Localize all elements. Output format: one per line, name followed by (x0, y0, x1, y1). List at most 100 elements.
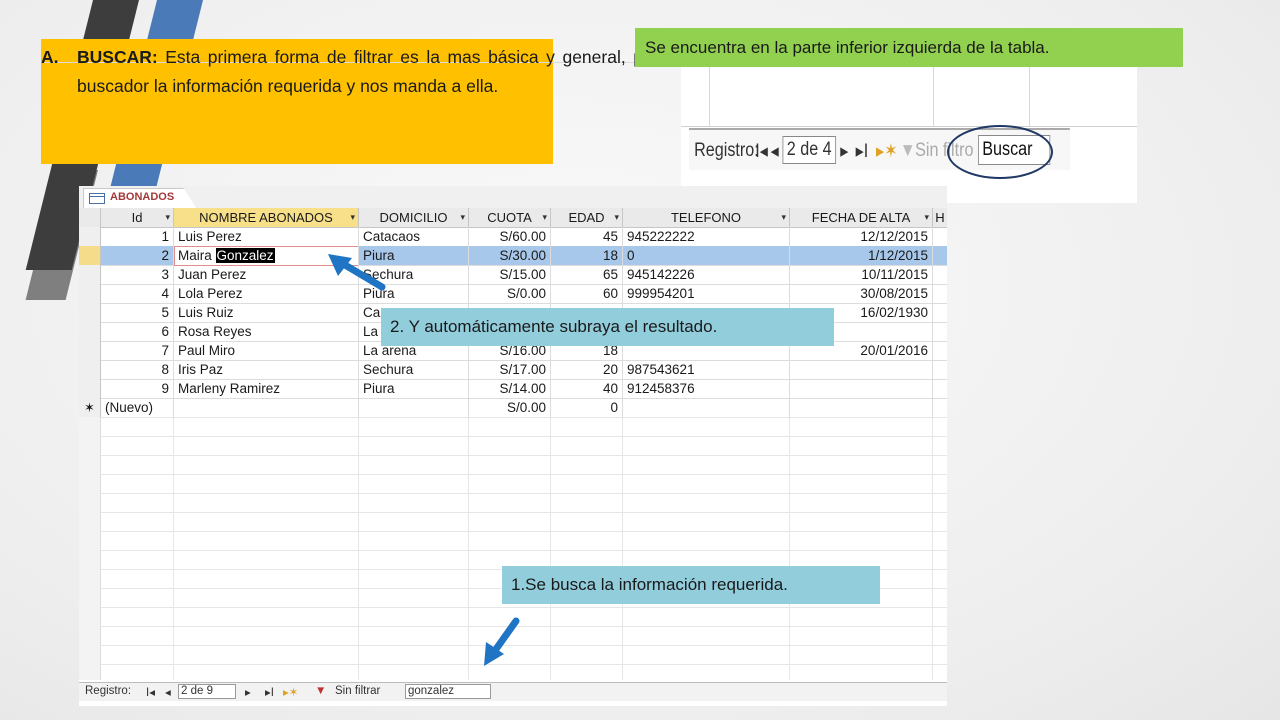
cell-telefono[interactable]: 945142226 (623, 265, 790, 284)
cell-id[interactable]: 5 (101, 303, 174, 322)
table-row[interactable]: 4 Lola Perez Piura S/0.00 60 999954201 30/08/… (79, 284, 947, 304)
cell-telefono[interactable]: 987543621 (623, 360, 790, 379)
chevron-down-icon[interactable]: ▾ (460, 208, 465, 227)
cell-fecha[interactable] (790, 360, 933, 379)
search-input[interactable]: gonzalez (405, 684, 491, 699)
row-selector[interactable] (79, 322, 101, 341)
row-selector[interactable] (79, 284, 101, 303)
cell-edad[interactable]: 18 (551, 246, 623, 265)
zoom-next-record-icon[interactable]: ▸ (840, 140, 848, 163)
cell-extra[interactable] (933, 303, 947, 322)
cell-edad[interactable]: 40 (551, 379, 623, 398)
col-header-id[interactable]: Id ▾ (101, 208, 174, 227)
cell-extra[interactable] (933, 265, 947, 284)
new-row-cell[interactable] (790, 398, 933, 417)
table-row[interactable]: 8 Iris Paz Sechura S/17.00 20 987543621 (79, 360, 947, 380)
cell-fecha[interactable] (790, 379, 933, 398)
chevron-down-icon[interactable]: ▾ (350, 208, 355, 227)
cell-extra[interactable] (933, 246, 947, 265)
row-selector[interactable] (79, 379, 101, 398)
col-header-cuota[interactable]: CUOTA ▾ (469, 208, 551, 227)
cell-id[interactable]: 7 (101, 341, 174, 360)
new-record-row[interactable]: ✶ (Nuevo) S/0.00 0 (79, 398, 947, 418)
new-record-icon[interactable]: ▸✶ (283, 685, 298, 699)
table-row[interactable]: 9 Marleny Ramirez Piura S/14.00 40 912458376 (79, 379, 947, 399)
cell-extra[interactable] (933, 227, 947, 246)
col-header-edad[interactable]: EDAD ▾ (551, 208, 623, 227)
cell-id[interactable]: 2 (101, 246, 174, 265)
col-header-extra[interactable]: H (933, 208, 947, 227)
cell-telefono[interactable]: 999954201 (623, 284, 790, 303)
new-row-id[interactable]: (Nuevo) (101, 398, 174, 417)
zoom-record-input[interactable]: 2 de 4 (782, 136, 836, 164)
new-row-edad[interactable]: 0 (551, 398, 623, 417)
cell-domicilio[interactable]: Catacaos (359, 227, 469, 246)
row-selector[interactable] (79, 227, 101, 246)
chevron-down-icon[interactable]: ▾ (542, 208, 547, 227)
row-selector[interactable] (79, 303, 101, 322)
cell-edad[interactable]: 45 (551, 227, 623, 246)
row-selector[interactable] (79, 265, 101, 284)
record-number-input[interactable]: 2 de 9 (178, 684, 236, 699)
cell-cuota[interactable]: S/30.00 (469, 246, 551, 265)
col-header-domicilio[interactable]: DOMICILIO ▾ (359, 208, 469, 227)
cell-domicilio[interactable]: Piura (359, 379, 469, 398)
col-header-fecha[interactable]: FECHA DE ALTA ▾ (790, 208, 933, 227)
first-record-icon[interactable]: I◂ (146, 685, 155, 699)
col-header-telefono[interactable]: TELEFONO ▾ (623, 208, 790, 227)
cell-extra[interactable] (933, 379, 947, 398)
cell-edad[interactable]: 60 (551, 284, 623, 303)
zoom-first-record-icon[interactable]: I◂ (755, 140, 768, 163)
row-selector[interactable] (79, 246, 101, 265)
cell-id[interactable]: 9 (101, 379, 174, 398)
next-record-icon[interactable]: ▸ (245, 685, 251, 699)
tab-abonados[interactable]: ABONADOS (83, 188, 197, 209)
prev-record-icon[interactable]: ◂ (165, 685, 171, 699)
last-record-icon[interactable]: ▸I (265, 685, 274, 699)
cell-extra[interactable] (933, 341, 947, 360)
row-selector[interactable] (79, 360, 101, 379)
cell-nombre[interactable]: Paul Miro (174, 341, 359, 360)
cell-id[interactable]: 1 (101, 227, 174, 246)
cell-id[interactable]: 4 (101, 284, 174, 303)
filter-toggle[interactable]: Sin filtrar (335, 685, 380, 697)
cell-extra[interactable] (933, 360, 947, 379)
cell-id[interactable]: 6 (101, 322, 174, 341)
col-header-nombre[interactable]: NOMBRE ABONADOS ▾ (174, 208, 359, 227)
cell-id[interactable]: 3 (101, 265, 174, 284)
cell-fecha[interactable]: 1/12/2015 (790, 246, 933, 265)
cell-edad[interactable]: 20 (551, 360, 623, 379)
cell-cuota[interactable]: S/15.00 (469, 265, 551, 284)
cell-fecha[interactable]: 30/08/2015 (790, 284, 933, 303)
cell-edad[interactable]: 65 (551, 265, 623, 284)
table-row[interactable]: 3 Juan Perez Sechura S/15.00 65 945142226 10/1… (79, 265, 947, 285)
chevron-down-icon[interactable]: ▾ (165, 208, 170, 227)
row-selector[interactable] (79, 341, 101, 360)
cell-fecha[interactable]: 10/11/2015 (790, 265, 933, 284)
cell-cuota[interactable]: S/17.00 (469, 360, 551, 379)
cell-cuota[interactable]: S/14.00 (469, 379, 551, 398)
cell-id[interactable]: 8 (101, 360, 174, 379)
cell-extra[interactable] (933, 284, 947, 303)
cell-extra[interactable] (933, 322, 947, 341)
cell-domicilio[interactable]: Sechura (359, 360, 469, 379)
table-row[interactable]: 2 Maira Gonzalez Piura S/30.00 18 0 1/12/2015 (79, 246, 947, 266)
new-row-cuota[interactable]: S/0.00 (469, 398, 551, 417)
cell-nombre[interactable]: Iris Paz (174, 360, 359, 379)
new-row-cell[interactable] (359, 398, 469, 417)
chevron-down-icon[interactable]: ▾ (781, 208, 786, 227)
cell-cuota[interactable]: S/0.00 (469, 284, 551, 303)
table-row[interactable]: 1 Luis Perez Catacaos S/60.00 45 945222222 12/… (79, 227, 947, 247)
select-all-corner[interactable] (79, 208, 101, 227)
cell-telefono[interactable]: 0 (623, 246, 790, 265)
chevron-down-icon[interactable]: ▾ (924, 208, 929, 227)
cell-telefono[interactable]: 945222222 (623, 227, 790, 246)
zoom-new-record-icon[interactable]: ▸✶ (876, 140, 898, 163)
new-row-cell[interactable] (623, 398, 790, 417)
zoom-last-record-icon[interactable]: ▸I (856, 140, 869, 163)
chevron-down-icon[interactable]: ▾ (614, 208, 619, 227)
cell-nombre[interactable]: Marleny Ramirez (174, 379, 359, 398)
cell-nombre[interactable]: Rosa Reyes (174, 322, 359, 341)
cell-nombre[interactable]: Luis Perez (174, 227, 359, 246)
new-row-cell[interactable] (174, 398, 359, 417)
